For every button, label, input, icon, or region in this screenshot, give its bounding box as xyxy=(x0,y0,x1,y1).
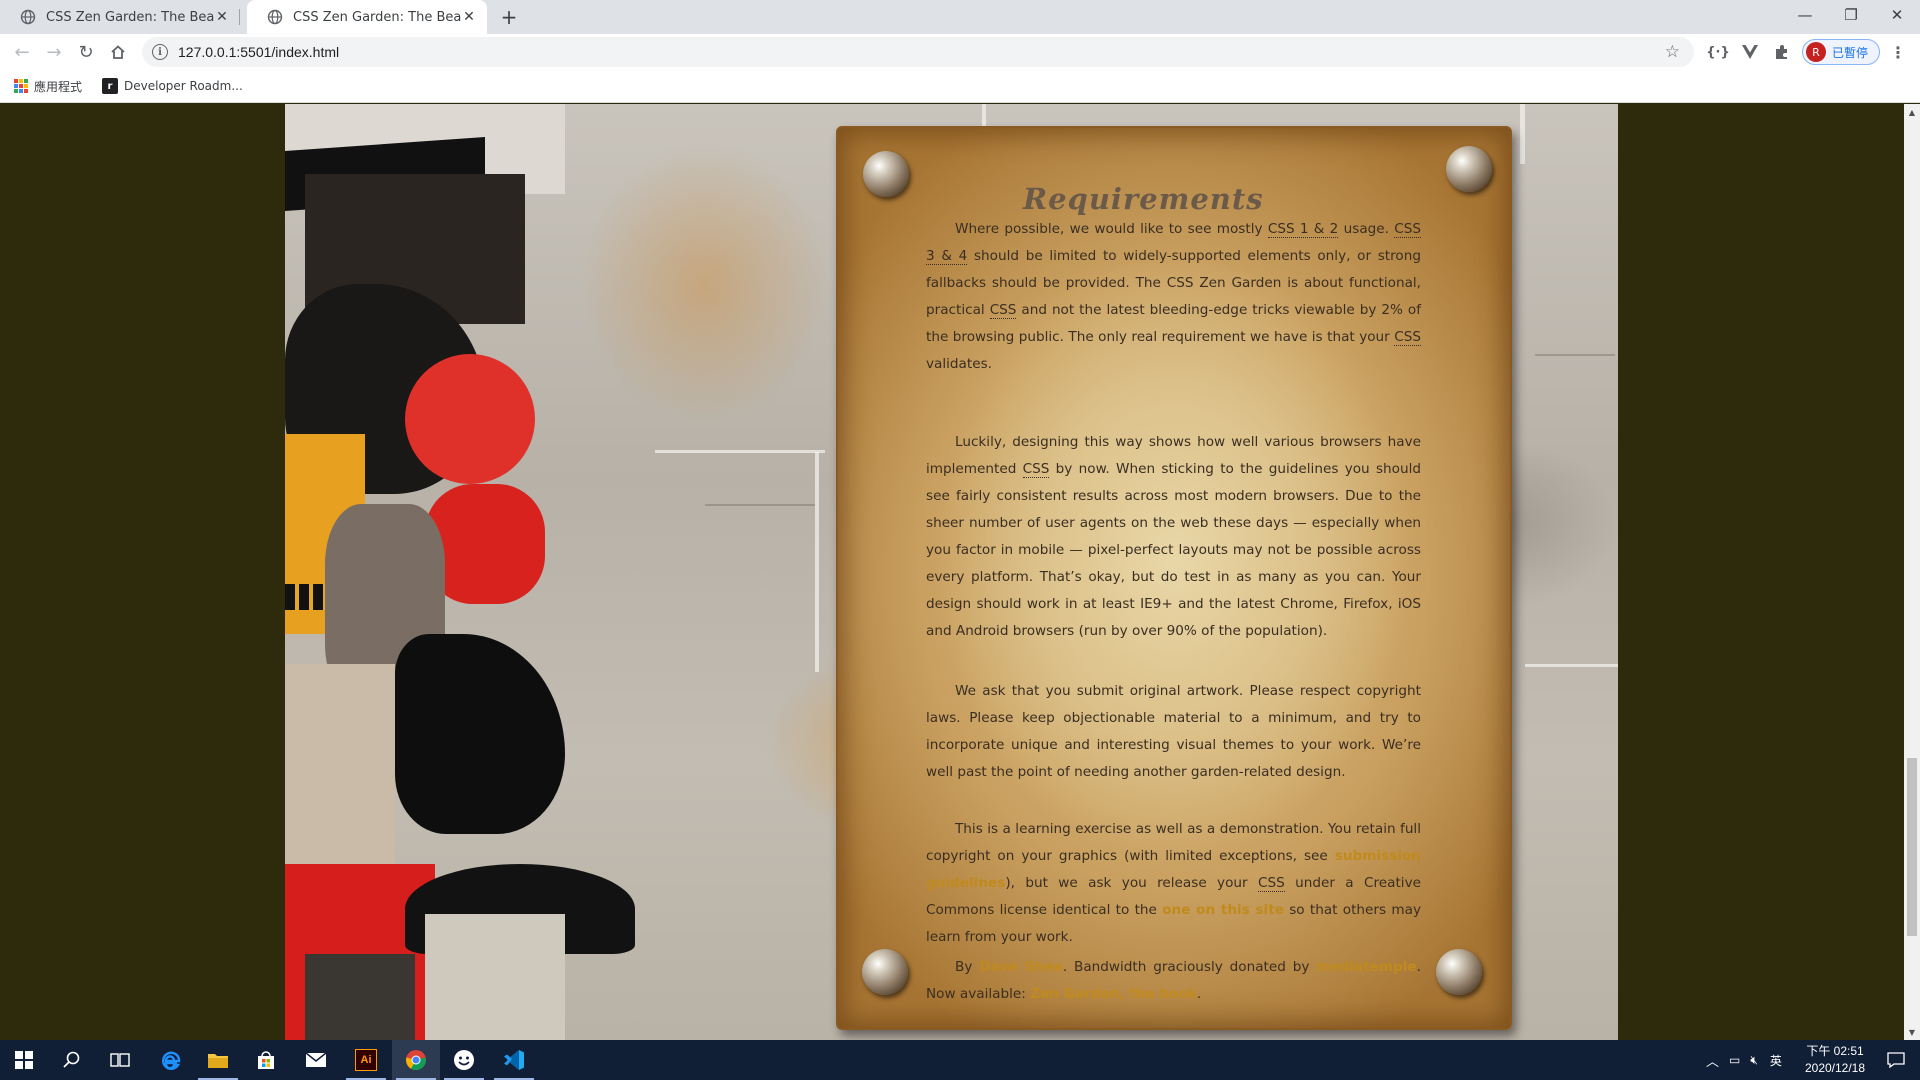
license-link[interactable]: one on this site xyxy=(1162,902,1284,918)
new-tab-button[interactable]: + xyxy=(496,4,522,30)
requirements-paragraph-3: We ask that you submit original artwork.… xyxy=(926,683,1421,780)
bookmark-apps[interactable]: 應用程式 xyxy=(14,76,82,96)
ime-indicator[interactable]: 英 xyxy=(1770,1052,1782,1069)
minimize-icon[interactable]: — xyxy=(1782,0,1828,30)
tab-close-icon[interactable]: ✕ xyxy=(214,9,230,25)
emoji-icon[interactable] xyxy=(440,1040,488,1080)
site-info-icon[interactable]: i xyxy=(152,44,168,60)
bookmark-label: Developer Roadm... xyxy=(124,79,243,93)
volume-muted-icon[interactable]: 🔇︎ xyxy=(1750,1053,1758,1068)
store-icon[interactable] xyxy=(242,1040,290,1080)
address-bar[interactable]: i 127.0.0.1:5501/index.html ☆ xyxy=(142,37,1694,67)
collage-artwork xyxy=(285,104,655,1040)
system-tray: ︿ ▭ 🔇︎ 英 xyxy=(1706,1040,1782,1080)
requirements-paragraph-1: Where possible, we would like to see mos… xyxy=(926,221,1422,372)
profile-status: 已暫停 xyxy=(1832,45,1869,60)
globe-icon xyxy=(20,9,36,25)
edge-icon[interactable] xyxy=(146,1040,194,1080)
scroll-down-icon[interactable]: ▼ xyxy=(1904,1024,1920,1040)
task-view-icon[interactable] xyxy=(96,1040,144,1080)
scroll-up-icon[interactable]: ▲ xyxy=(1904,104,1920,120)
rivet-icon xyxy=(1436,949,1482,995)
extension-vue-icon[interactable] xyxy=(1740,42,1760,62)
roadmap-icon: r xyxy=(102,78,118,94)
tab-title: CSS Zen Garden: The Beauty of CSS Design xyxy=(293,9,461,25)
bookmarks-bar: 應用程式 r Developer Roadm... xyxy=(0,70,1920,103)
page-viewport[interactable]: Requirements Where possible, we would li… xyxy=(0,104,1904,1040)
clock-time: 下午 02:51 xyxy=(1806,1044,1864,1058)
reload-icon[interactable]: ↻ xyxy=(72,38,100,66)
scrollbar-thumb[interactable] xyxy=(1907,758,1917,936)
page-scrollbar[interactable]: ▲ ▼ xyxy=(1904,104,1920,1040)
tab-strip: CSS Zen Garden: The Beauty of CSS Design… xyxy=(0,0,1920,34)
browser-toolbar: ← → ↻ i 127.0.0.1:5501/index.html ☆ {·} … xyxy=(0,34,1920,70)
home-icon[interactable] xyxy=(104,38,132,66)
tray-expand-icon[interactable]: ︿ xyxy=(1706,1051,1719,1070)
clock-date: 2020/12/18 xyxy=(1804,1061,1866,1075)
bookmark-label: 應用程式 xyxy=(34,79,83,94)
illustrator-icon[interactable]: Ai xyxy=(342,1040,390,1080)
vscode-icon[interactable] xyxy=(490,1040,538,1080)
tab-separator xyxy=(239,9,240,25)
book-link[interactable]: Zen Garden, the book xyxy=(1030,986,1197,1002)
css-abbr: CSS xyxy=(989,302,1017,319)
extension-bracket-icon[interactable]: {·} xyxy=(1706,42,1729,62)
author-link[interactable]: Dave Shea xyxy=(979,959,1063,975)
stone-wall-background: Requirements Where possible, we would li… xyxy=(285,104,1618,1040)
avatar: R xyxy=(1806,42,1826,62)
tab-active[interactable]: CSS Zen Garden: The Beauty of CSS Design… xyxy=(247,0,487,34)
css-abbr: CSS xyxy=(1258,875,1285,892)
restore-icon[interactable]: ❐ xyxy=(1828,0,1874,30)
start-icon[interactable] xyxy=(0,1040,48,1080)
forward-icon[interactable]: → xyxy=(40,38,68,66)
notifications-icon[interactable] xyxy=(1872,1040,1920,1080)
more-menu-icon[interactable]: ⋮ xyxy=(1888,42,1908,62)
chrome-icon[interactable] xyxy=(392,1040,440,1080)
globe-icon xyxy=(267,9,283,25)
tab-title: CSS Zen Garden: The Beauty of CSS Design xyxy=(46,9,214,25)
close-window-icon[interactable]: ✕ xyxy=(1874,0,1920,30)
css-abbr: CSS xyxy=(1022,461,1050,478)
network-icon[interactable]: ▭ xyxy=(1729,1053,1740,1067)
requirements-paragraph-4: This is a learning exercise as well as a… xyxy=(926,821,1421,945)
search-icon[interactable] xyxy=(48,1040,96,1080)
host-link[interactable]: mediatemple xyxy=(1316,959,1416,975)
footer-credits: By Dave Shea. Bandwidth graciously donat… xyxy=(926,959,1421,1002)
puzzle-extensions-icon[interactable] xyxy=(1772,42,1792,62)
address-url: 127.0.0.1:5501/index.html xyxy=(178,44,340,60)
css-abbr: CSS xyxy=(1394,329,1421,346)
rivet-icon xyxy=(863,151,909,197)
requirements-paragraph-2: Luckily, designing this way shows how we… xyxy=(926,434,1421,639)
bookmark-star-icon[interactable]: ☆ xyxy=(1665,42,1680,62)
rivet-icon xyxy=(1446,146,1492,192)
taskbar-clock[interactable]: 下午 02:51 2020/12/18 xyxy=(1792,1043,1878,1077)
tab-close-icon[interactable]: ✕ xyxy=(461,9,477,25)
requirements-parchment: Requirements Where possible, we would li… xyxy=(836,126,1512,1030)
mail-icon[interactable] xyxy=(292,1040,340,1080)
rivet-icon xyxy=(862,949,908,995)
back-icon[interactable]: ← xyxy=(8,38,36,66)
css-abbr: CSS 1 & 2 xyxy=(1267,221,1339,238)
tab-inactive[interactable]: CSS Zen Garden: The Beauty of CSS Design… xyxy=(0,0,240,34)
apps-icon xyxy=(14,79,28,93)
bookmark-developer-roadmap[interactable]: r Developer Roadm... xyxy=(102,76,243,96)
profile-button[interactable]: R 已暫停 xyxy=(1802,39,1880,65)
requirements-heading: Requirements xyxy=(1023,182,1264,216)
illustrator-label: Ai xyxy=(355,1049,377,1071)
windows-taskbar: Ai ︿ ▭ 🔇︎ 英 下午 02:51 2020/12/18 xyxy=(0,1040,1920,1080)
file-explorer-icon[interactable] xyxy=(194,1040,242,1080)
